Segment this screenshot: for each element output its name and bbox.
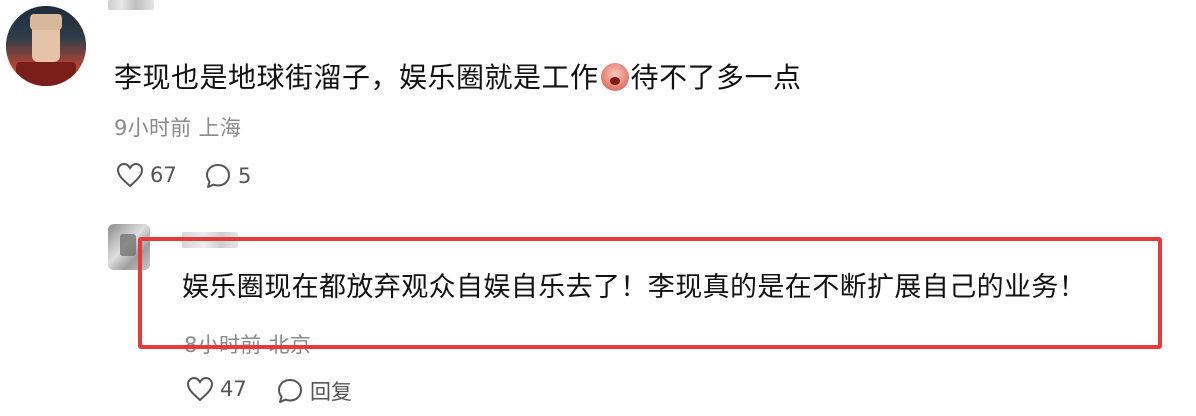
comment-text: 李现也是地球街溜子，娱乐圈就是工作 待不了多一点 xyxy=(114,58,802,98)
reply-like-button[interactable]: 47 xyxy=(186,376,247,402)
reply-button-label: 回复 xyxy=(310,380,352,404)
comment-location: 上海 xyxy=(198,116,242,140)
heart-icon xyxy=(186,376,214,402)
comment-meta: 9小时前 上海 xyxy=(114,112,241,142)
reply-count: 5 xyxy=(238,164,252,188)
reply-count-button[interactable]: 5 xyxy=(204,162,251,190)
comment-bubble-icon xyxy=(276,377,304,405)
reply-button[interactable]: 回复 xyxy=(276,376,352,406)
comment-bubble-icon xyxy=(204,162,232,190)
face-emoji-icon xyxy=(600,63,629,91)
username-blurred[interactable] xyxy=(108,0,154,10)
highlight-box xyxy=(138,237,1162,349)
comment-text-part-1: 李现也是地球街溜子，娱乐圈就是工作 xyxy=(114,61,599,94)
reply-like-count: 47 xyxy=(220,377,247,401)
like-count: 67 xyxy=(150,163,177,187)
heart-icon xyxy=(116,162,144,188)
avatar[interactable] xyxy=(6,6,86,86)
like-button[interactable]: 67 xyxy=(116,162,177,188)
comment-time: 9小时前 xyxy=(114,116,192,140)
comment-text-part-2: 待不了多一点 xyxy=(630,61,802,94)
